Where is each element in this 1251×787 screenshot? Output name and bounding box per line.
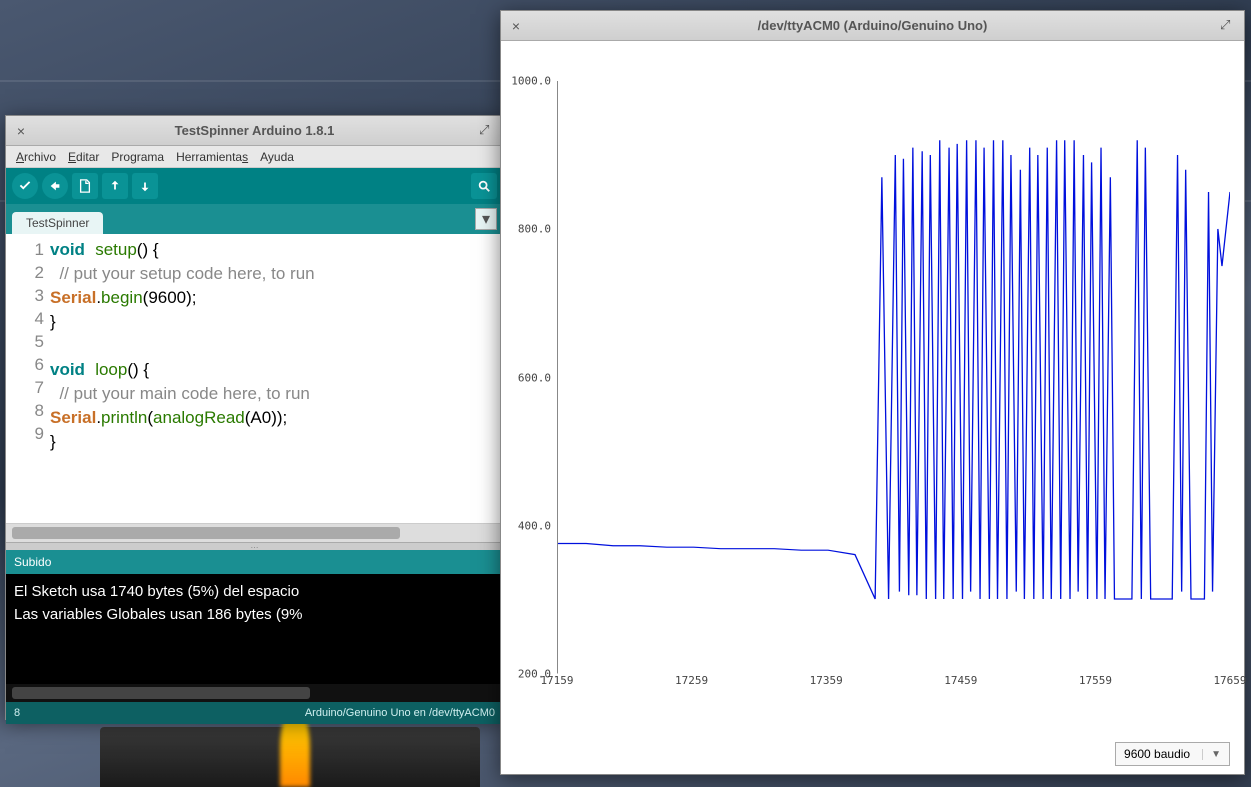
tab-bar: TestSpinner ▾ — [6, 204, 503, 234]
serial-plotter-window: × /dev/ttyACM0 (Arduino/Genuino Uno) ⤢ 1… — [500, 10, 1245, 775]
maximize-icon[interactable]: ⤢ — [479, 122, 497, 140]
menu-ayuda[interactable]: Ayuda — [254, 150, 300, 164]
menu-herramientas[interactable]: Herramientas — [170, 150, 254, 164]
status-bar: 8 Arduino/Genuino Uno en /dev/ttyACM0 — [6, 702, 503, 724]
maximize-icon[interactable]: ⤢ — [1220, 17, 1238, 35]
tab-sketch[interactable]: TestSpinner — [12, 212, 103, 234]
new-button[interactable] — [72, 173, 98, 199]
menu-bar: Archivo Editar Programa Herramientas Ayu… — [6, 146, 503, 168]
output-console[interactable]: El Sketch usa 1740 bytes (5%) del espaci… — [6, 574, 503, 684]
plotter-title: /dev/ttyACM0 (Arduino/Genuino Uno) — [525, 18, 1220, 33]
line-gutter: 1 2 3 4 5 6 7 8 9 — [6, 234, 48, 523]
y-axis: 1000.0 800.0 600.0 400.0 200.0 — [501, 81, 557, 674]
arduino-ide-window: × TestSpinner Arduino 1.8.1 ⤢ Archivo Ed… — [5, 115, 504, 720]
close-icon[interactable]: × — [12, 122, 30, 140]
ide-title: TestSpinner Arduino 1.8.1 — [30, 123, 479, 138]
ide-titlebar[interactable]: × TestSpinner Arduino 1.8.1 ⤢ — [6, 116, 503, 146]
baud-rate-select[interactable]: 9600 baudio ▼ — [1115, 742, 1230, 766]
console-h-scrollbar[interactable] — [6, 684, 503, 702]
verify-button[interactable] — [12, 173, 38, 199]
code-area[interactable]: void setup() { // put your setup code he… — [48, 234, 503, 523]
toolbar — [6, 168, 503, 204]
board-port: Arduino/Genuino Uno en /dev/ttyACM0 — [305, 707, 495, 719]
open-button[interactable] — [102, 173, 128, 199]
menu-programa[interactable]: Programa — [105, 150, 170, 164]
plotter-footer: 9600 baudio ▼ — [501, 734, 1244, 774]
chart-canvas — [557, 81, 1230, 674]
save-button[interactable] — [132, 173, 158, 199]
splitter[interactable]: ⋯ — [6, 542, 503, 550]
build-status: Subido — [6, 550, 503, 574]
plotter-titlebar[interactable]: × /dev/ttyACM0 (Arduino/Genuino Uno) ⤢ — [501, 11, 1244, 41]
serial-monitor-button[interactable] — [471, 173, 497, 199]
cursor-line: 8 — [14, 707, 20, 719]
close-icon[interactable]: × — [507, 17, 525, 35]
code-editor[interactable]: 1 2 3 4 5 6 7 8 9 void setup() { // put … — [6, 234, 503, 524]
chevron-down-icon: ▼ — [1202, 749, 1221, 760]
upload-button[interactable] — [42, 173, 68, 199]
editor-h-scrollbar[interactable] — [6, 524, 503, 542]
menu-editar[interactable]: Editar — [62, 150, 105, 164]
plot-area: 1000.0 800.0 600.0 400.0 200.0 17159 172… — [501, 41, 1244, 734]
menu-archivo[interactable]: Archivo — [10, 150, 62, 164]
x-axis: 17159 17259 17359 17459 17559 17659 — [557, 674, 1230, 694]
tab-dropdown-icon[interactable]: ▾ — [475, 208, 497, 230]
